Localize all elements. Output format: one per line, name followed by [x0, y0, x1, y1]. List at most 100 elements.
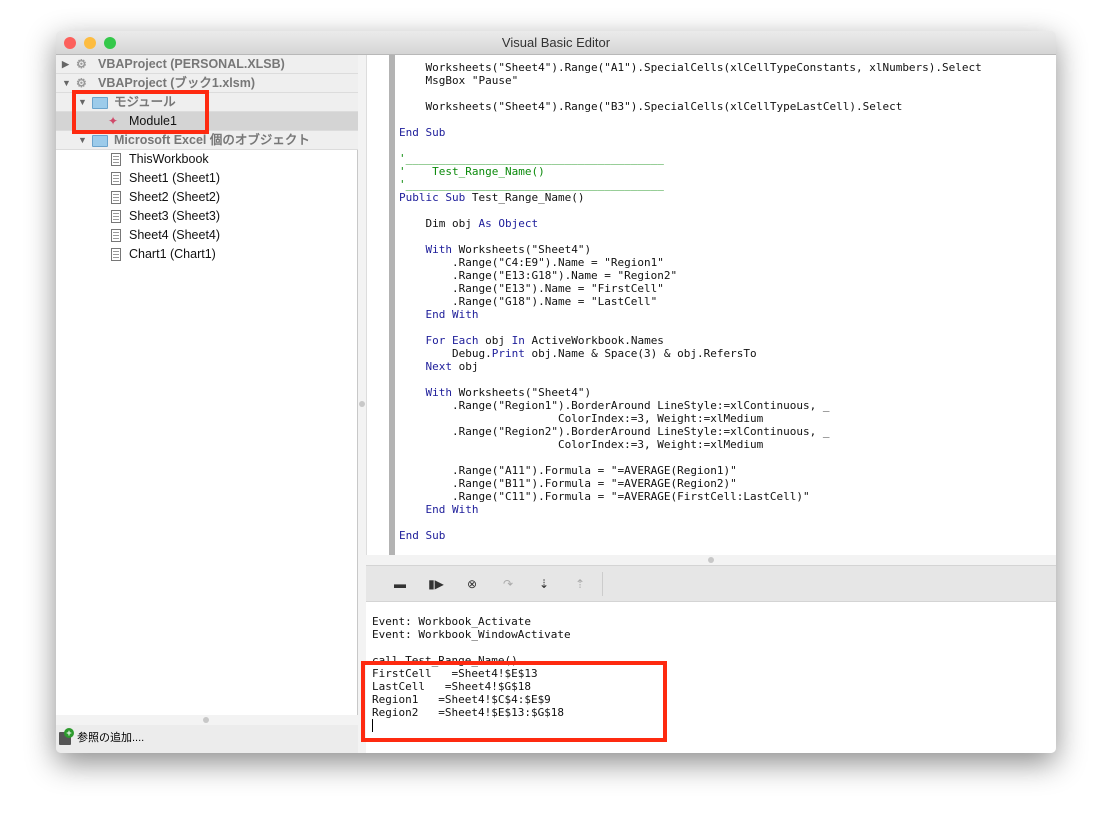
code-line[interactable]: ​	[399, 230, 982, 243]
code-token: ' Test_Range_Name()	[399, 165, 545, 178]
code-line[interactable]: ​	[399, 451, 982, 464]
code-token: With	[425, 243, 453, 256]
title-bar: Visual Basic Editor	[56, 31, 1056, 55]
code-token: .Range("Region1").BorderAround LineStyle…	[399, 399, 830, 412]
tree-splitter[interactable]	[56, 715, 358, 725]
code-line[interactable]: ' Test_Range_Name()	[399, 165, 982, 178]
code-token: Worksheets("Sheet4")	[452, 386, 592, 399]
break-icon[interactable]: ▬	[392, 576, 408, 592]
document-icon	[111, 191, 121, 204]
code-token: As Object	[478, 217, 539, 230]
tree-item-label: VBAProject (PERSONAL.XLSB)	[98, 57, 285, 71]
code-token: Worksheets("Sheet4").Range("A1").Special…	[399, 61, 982, 74]
code-line[interactable]: ColorIndex:=3, Weight:=xlMedium	[399, 438, 982, 451]
code-lines[interactable]: Worksheets("Sheet4").Range("A1").Special…	[399, 61, 982, 542]
code-line[interactable]: .Range("C4:E9").Name = "Region1"	[399, 256, 982, 269]
plus-icon: +	[64, 728, 74, 738]
tree-item[interactable]: ▶ ⚙ VBAProject (PERSONAL.XLSB)	[56, 55, 358, 74]
tree-item-label: Sheet3 (Sheet3)	[129, 209, 221, 223]
vertical-splitter[interactable]	[358, 55, 366, 753]
run-icon[interactable]: ▮▶	[428, 576, 444, 592]
code-token: ColorIndex:=3, Weight:=xlMedium	[399, 412, 764, 425]
code-token: obj.Name & Space(3) & obj.RefersTo	[524, 347, 757, 360]
code-line[interactable]: ​	[399, 373, 982, 386]
immediate-line: Event: Workbook_Activate	[372, 615, 531, 628]
code-line[interactable]: ​	[399, 516, 982, 529]
code-line[interactable]: Next obj	[399, 360, 982, 373]
tree-item[interactable]: Chart1 (Chart1)	[56, 245, 358, 264]
code-token: '_______________________________________	[399, 152, 664, 165]
code-token: End With	[425, 503, 479, 516]
code-line[interactable]: .Range("C11").Formula = "=AVERAGE(FirstC…	[399, 490, 982, 503]
document-icon	[111, 248, 121, 261]
code-line[interactable]: Dim obj As Object	[399, 217, 982, 230]
code-line[interactable]: For Each obj In ActiveWorkbook.Names	[399, 334, 982, 347]
code-line[interactable]: With Worksheets("Sheet4")	[399, 386, 982, 399]
code-line[interactable]: '_______________________________________	[399, 152, 982, 165]
step-out-icon[interactable]: ⇡	[572, 576, 588, 592]
code-gutter[interactable]	[389, 55, 395, 555]
code-line[interactable]: ​	[399, 321, 982, 334]
code-line[interactable]: Worksheets("Sheet4").Range("A1").Special…	[399, 61, 982, 74]
reset-icon[interactable]: ⊗	[464, 576, 480, 592]
code-line[interactable]: .Range("G18").Name = "LastCell"	[399, 295, 982, 308]
tree-item[interactable]: Sheet2 (Sheet2)	[56, 188, 358, 207]
tree-item[interactable]: Sheet3 (Sheet3)	[56, 207, 358, 226]
code-line[interactable]: Debug.Print obj.Name & Space(3) & obj.Re…	[399, 347, 982, 360]
code-token: Public Sub	[399, 191, 472, 204]
immediate-splitter[interactable]	[366, 555, 1056, 565]
step-over-icon[interactable]: ↷	[500, 576, 516, 592]
zoom-button[interactable]	[104, 37, 116, 49]
code-line[interactable]: ​	[399, 139, 982, 152]
code-line[interactable]: End With	[399, 308, 982, 321]
code-line[interactable]: .Range("E13:G18").Name = "Region2"	[399, 269, 982, 282]
tree-item[interactable]: ThisWorkbook	[56, 150, 358, 169]
code-line[interactable]: ColorIndex:=3, Weight:=xlMedium	[399, 412, 982, 425]
add-reference-label: 参照の追加....	[77, 732, 145, 744]
code-line[interactable]: .Range("Region1").BorderAround LineStyle…	[399, 399, 982, 412]
code-token: Print	[491, 347, 525, 360]
code-token: End With	[425, 308, 479, 321]
code-line[interactable]: End Sub	[399, 529, 982, 542]
code-line[interactable]: Worksheets("Sheet4").Range("B3").Special…	[399, 100, 982, 113]
code-line[interactable]: .Range("B11").Formula = "=AVERAGE(Region…	[399, 477, 982, 490]
collapsed-triangle-icon[interactable]: ▶	[62, 55, 69, 74]
code-token: Next	[425, 360, 453, 373]
code-token: .Range("E13").Name = "FirstCell"	[399, 282, 664, 295]
code-line[interactable]: .Range("Region2").BorderAround LineStyle…	[399, 425, 982, 438]
code-editor[interactable]: Worksheets("Sheet4").Range("A1").Special…	[366, 55, 1056, 555]
code-line[interactable]: .Range("A11").Formula = "=AVERAGE(Region…	[399, 464, 982, 477]
code-line[interactable]: End With	[399, 503, 982, 516]
code-token: MsgBox "Pause"	[399, 74, 519, 87]
code-line[interactable]: ​	[399, 113, 982, 126]
tree-item-label: Sheet2 (Sheet2)	[129, 190, 221, 204]
code-line[interactable]: End Sub	[399, 126, 982, 139]
code-token: .Range("A11").Formula = "=AVERAGE(Region…	[399, 464, 737, 477]
immediate-line: Event: Workbook_WindowActivate	[372, 628, 571, 641]
code-line[interactable]: .Range("E13").Name = "FirstCell"	[399, 282, 982, 295]
tree-item-label: Sheet1 (Sheet1)	[129, 171, 221, 185]
tree-item[interactable]: Sheet1 (Sheet1)	[56, 169, 358, 188]
tree-item[interactable]: Sheet4 (Sheet4)	[56, 226, 358, 245]
code-line[interactable]: With Worksheets("Sheet4")	[399, 243, 982, 256]
code-token: .Range("C4:E9").Name = "Region1"	[399, 256, 664, 269]
step-into-icon[interactable]: ⇣	[536, 576, 552, 592]
code-line[interactable]: Public Sub Test_Range_Name()	[399, 191, 982, 204]
code-line[interactable]: '_______________________________________	[399, 178, 982, 191]
code-line[interactable]: ​	[399, 87, 982, 100]
add-reference-button[interactable]: + 参照の追加....	[56, 725, 358, 753]
code-token: .Range("B11").Formula = "=AVERAGE(Region…	[399, 477, 737, 490]
expanded-triangle-icon[interactable]: ▼	[62, 74, 71, 93]
code-token: Dim	[425, 217, 446, 230]
folder-icon	[92, 135, 108, 147]
close-button[interactable]	[64, 37, 76, 49]
code-line[interactable]: MsgBox "Pause"	[399, 74, 982, 87]
minimize-button[interactable]	[84, 37, 96, 49]
highlight-box-output	[361, 661, 667, 742]
code-line[interactable]: ​	[399, 204, 982, 217]
code-token: .Range("E13:G18").Name = "Region2"	[399, 269, 678, 282]
code-token: For Each	[425, 334, 479, 347]
document-icon	[111, 210, 121, 223]
